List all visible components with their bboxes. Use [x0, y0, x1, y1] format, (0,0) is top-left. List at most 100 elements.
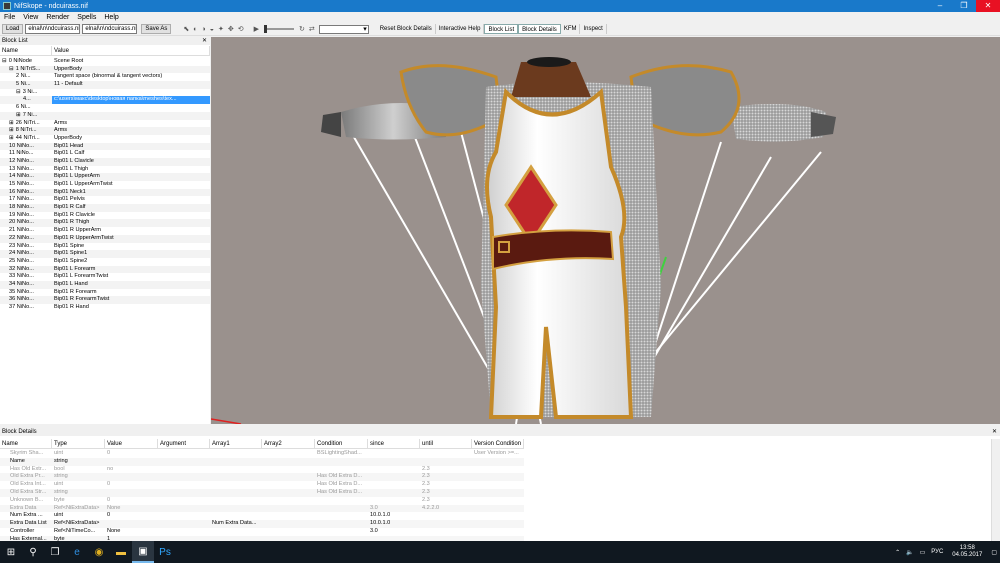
details-column-header[interactable]: Type	[52, 439, 105, 448]
details-cell[interactable]	[105, 473, 158, 481]
block-list-close-icon[interactable]: ✕	[202, 37, 210, 45]
block-name-cell[interactable]: 35 NiNo...	[0, 289, 52, 297]
block-details-close-icon[interactable]: ✕	[992, 428, 1000, 436]
block-list-row[interactable]: 19 NiNo... Bip01 R Clavicle	[0, 212, 210, 220]
view-side-icon[interactable]: ◑	[199, 26, 207, 33]
block-list-row[interactable]: 20 NiNo... Bip01 R Thigh	[0, 219, 210, 228]
block-list-row[interactable]: 22 NiNo... Bip01 R UpperArmTwist	[0, 234, 210, 243]
block-name-cell[interactable]: 5 Ni...	[0, 81, 52, 89]
interactive-help-button[interactable]: Interactive Help	[436, 24, 485, 34]
task-view-icon[interactable]: ❐	[44, 541, 66, 563]
move-icon[interactable]: ✥	[226, 25, 236, 33]
block-name-cell[interactable]: 22 NiNo...	[0, 235, 52, 243]
block-name-cell[interactable]: 25 NiNo...	[0, 258, 52, 266]
details-column-header[interactable]: Array2	[262, 439, 315, 448]
block-list-row[interactable]: ⊟ 3 Ni...	[0, 89, 210, 97]
details-column-header[interactable]: Name	[0, 439, 52, 448]
file-explorer-icon[interactable]: ▬	[110, 541, 132, 563]
block-name-cell[interactable]: 32 NiNo...	[0, 266, 52, 274]
block-list-row[interactable]: 32 NiNo... Bip01 L Forearm	[0, 265, 210, 274]
load-path-input[interactable]: elnal\n\ndcuirass.nif	[25, 24, 81, 34]
details-cell[interactable]: 0	[105, 481, 158, 489]
details-column-header[interactable]: Condition	[315, 439, 368, 448]
expand-icon[interactable]: ⊞	[9, 120, 14, 126]
block-name-cell[interactable]: 18 NiNo...	[0, 204, 52, 212]
block-list-row[interactable]: 37 NiNo... Bip01 R Hand	[0, 304, 210, 312]
expand-icon[interactable]: ⊞	[9, 135, 14, 141]
details-column-header[interactable]: until	[420, 439, 472, 448]
block-list-row[interactable]: 11 NiNo... Bip01 L Calf	[0, 150, 210, 158]
block-list-row[interactable]: 4... c:\users\макс\desktop\новая папка\me…	[0, 96, 210, 105]
block-name-cell[interactable]: 14 NiNo...	[0, 173, 52, 181]
block-list-row[interactable]: 6 Ni...	[0, 104, 210, 112]
block-list-row[interactable]: 34 NiNo... Bip01 L Hand	[0, 280, 210, 289]
block-name-cell[interactable]: ⊞ 44 NiTri...	[0, 135, 52, 143]
block-name-cell[interactable]: 13 NiNo...	[0, 166, 52, 174]
block-list-row[interactable]: 24 NiNo... Bip01 Spine1	[0, 250, 210, 258]
nifskope-taskbar-icon[interactable]: ▣	[132, 541, 154, 563]
block-name-cell[interactable]: 17 NiNo...	[0, 196, 52, 204]
block-name-cell[interactable]: ⊟ 1 NiTriS...	[0, 66, 52, 74]
block-list-row[interactable]: ⊟ 0 NiNode Scene Root	[0, 58, 210, 66]
details-column-header[interactable]: Argument	[158, 439, 210, 448]
search-icon[interactable]: ⚲	[22, 541, 44, 563]
render-viewport[interactable]	[211, 37, 1000, 424]
menu-help[interactable]: Help	[100, 14, 122, 21]
block-list-toggle[interactable]: Block List	[484, 24, 519, 34]
details-cell[interactable]: 0	[105, 512, 158, 520]
block-list-row[interactable]: 12 NiNo... Bip01 L Clavicle	[0, 157, 210, 166]
block-name-cell[interactable]: 6 Ni...	[0, 104, 52, 112]
block-list-row[interactable]: 36 NiNo... Bip01 R ForearmTwist	[0, 296, 210, 304]
block-list-row[interactable]: ⊞ 7 Ni...	[0, 111, 210, 120]
block-name-cell[interactable]: 24 NiNo...	[0, 250, 52, 258]
details-cell[interactable]: None	[105, 505, 158, 513]
details-cell[interactable]	[105, 458, 158, 466]
kfm-toggle[interactable]: KFM	[561, 24, 581, 34]
block-list-row[interactable]: 5 Ni... 11 - Default	[0, 81, 210, 89]
block-list-row[interactable]: 14 NiNo... Bip01 L UpperArm	[0, 173, 210, 181]
block-name-cell[interactable]: 37 NiNo...	[0, 304, 52, 312]
rotate-icon[interactable]: ⟲	[236, 25, 246, 33]
block-name-cell[interactable]: ⊞ 8 NiTri...	[0, 127, 52, 135]
collapse-icon[interactable]: ⊟	[16, 89, 21, 95]
network-icon[interactable]: ▭	[917, 549, 929, 556]
details-row[interactable]: Unknown B... byte 0 2.3	[0, 497, 524, 505]
details-row[interactable]: Name string	[0, 457, 524, 466]
photoshop-icon[interactable]: Ps	[154, 541, 176, 563]
edge-icon[interactable]: e	[66, 541, 88, 563]
block-name-cell[interactable]: 34 NiNo...	[0, 281, 52, 289]
block-name-cell[interactable]: 10 NiNo...	[0, 143, 52, 151]
inspect-toggle[interactable]: Inspect	[580, 24, 607, 34]
details-scrollbar[interactable]	[991, 439, 1000, 541]
details-cell[interactable]: 0	[105, 497, 158, 505]
block-details-toggle[interactable]: Block Details	[518, 24, 561, 34]
tray-up-icon[interactable]: ⌃	[892, 549, 903, 556]
load-button[interactable]: Load	[2, 24, 24, 34]
maximize-button[interactable]: ❐	[952, 0, 976, 12]
details-row[interactable]: Old Extra Int... uint 0 Has Old Extra D... 2…	[0, 481, 524, 489]
block-list-row[interactable]: 10 NiNo... Bip01 Head	[0, 142, 210, 151]
block-list-row[interactable]: 17 NiNo... Bip01 Pelvis	[0, 196, 210, 204]
details-column-header[interactable]: since	[368, 439, 420, 448]
block-list-row[interactable]: 23 NiNo... Bip01 Spine	[0, 243, 210, 251]
block-list-row[interactable]: 25 NiNo... Bip01 Spine2	[0, 258, 210, 266]
block-list-row[interactable]: 13 NiNo... Bip01 L Thigh	[0, 166, 210, 174]
expand-icon[interactable]: ⊞	[9, 127, 14, 133]
block-list-row[interactable]: 21 NiNo... Bip01 R UpperArm	[0, 227, 210, 235]
details-cell[interactable]: None	[105, 528, 158, 536]
block-name-cell[interactable]: ⊟ 3 Ni...	[0, 89, 52, 97]
details-cell[interactable]	[105, 489, 158, 497]
block-list-row[interactable]: 18 NiNo... Bip01 R Calf	[0, 204, 210, 212]
time-slider[interactable]	[263, 25, 294, 33]
block-name-cell[interactable]: ⊟ 0 NiNode	[0, 58, 52, 66]
column-name[interactable]: Name	[0, 46, 52, 55]
block-name-cell[interactable]: 2 Ni...	[0, 73, 52, 81]
details-row[interactable]: Old Extra Str... string Has Old Extra D...…	[0, 488, 524, 497]
details-column-header[interactable]: Array1	[210, 439, 262, 448]
block-list-row[interactable]: ⊞ 44 NiTri... UpperBody	[0, 135, 210, 143]
block-name-cell[interactable]: ⊞ 26 NiTri...	[0, 120, 52, 128]
menu-render[interactable]: Render	[42, 14, 73, 21]
block-name-cell[interactable]: 20 NiNo...	[0, 219, 52, 227]
details-column-header[interactable]: Value	[105, 439, 158, 448]
start-icon[interactable]: ⊞	[0, 541, 22, 563]
